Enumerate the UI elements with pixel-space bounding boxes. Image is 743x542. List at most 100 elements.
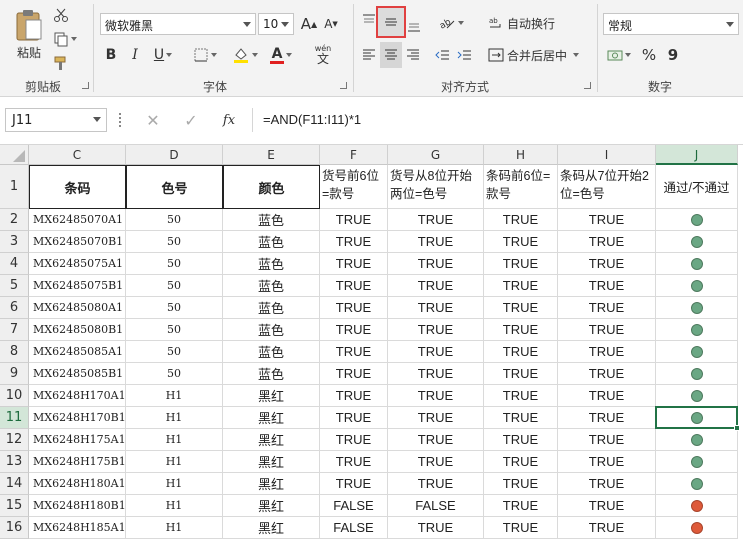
column-header-c[interactable]: C [29, 145, 126, 165]
cell-e8[interactable]: 蓝色 [223, 341, 320, 363]
row-header-11[interactable]: 11 [0, 407, 29, 429]
format-painter-button[interactable] [52, 54, 70, 72]
cell-g13[interactable]: TRUE [388, 451, 484, 473]
cell-h9[interactable]: TRUE [484, 363, 558, 385]
cell-d8[interactable]: 50 [126, 341, 223, 363]
cell-j14[interactable] [656, 473, 738, 495]
name-box[interactable]: J11 [5, 108, 107, 132]
cell-e13[interactable]: 黑红 [223, 451, 320, 473]
cell-f5[interactable]: TRUE [320, 275, 388, 297]
cell-g3[interactable]: TRUE [388, 231, 484, 253]
row-header-3[interactable]: 3 [0, 231, 29, 253]
row-header-1[interactable]: 1 [0, 165, 29, 209]
cell-h8[interactable]: TRUE [484, 341, 558, 363]
cell-f15[interactable]: FALSE [320, 495, 388, 517]
cell-e16[interactable]: 黑红 [223, 517, 320, 539]
align-center-button[interactable] [380, 42, 402, 68]
comma-style-button[interactable]: 9 [664, 44, 682, 66]
align-right-button[interactable] [404, 44, 422, 66]
cell-i10[interactable]: TRUE [558, 385, 656, 407]
row-header-2[interactable]: 2 [0, 209, 29, 231]
cell-j11[interactable] [656, 407, 738, 429]
fill-color-button[interactable] [230, 44, 260, 66]
shrink-font-button[interactable]: A ▼ [322, 13, 340, 35]
align-left-button[interactable] [360, 44, 378, 66]
cell-d2[interactable]: 50 [126, 209, 223, 231]
cell-j6[interactable] [656, 297, 738, 319]
cell-c4[interactable]: MX62485075A1 [29, 253, 126, 275]
cell-e11[interactable]: 黑红 [223, 407, 320, 429]
cell-g7[interactable]: TRUE [388, 319, 484, 341]
cell-d10[interactable]: H1 [126, 385, 223, 407]
cell-i14[interactable]: TRUE [558, 473, 656, 495]
header-cell-j[interactable]: 通过/不通过 [656, 165, 738, 209]
borders-button[interactable] [190, 44, 220, 66]
align-bottom-button[interactable] [405, 14, 423, 36]
cell-d11[interactable]: H1 [126, 407, 223, 429]
cell-f4[interactable]: TRUE [320, 253, 388, 275]
cell-f7[interactable]: TRUE [320, 319, 388, 341]
cell-c5[interactable]: MX62485075B1 [29, 275, 126, 297]
cell-f14[interactable]: TRUE [320, 473, 388, 495]
cell-d15[interactable]: H1 [126, 495, 223, 517]
column-header-f[interactable]: F [320, 145, 388, 165]
cell-i8[interactable]: TRUE [558, 341, 656, 363]
fill-handle[interactable] [734, 425, 740, 431]
increase-indent-button[interactable] [456, 44, 474, 66]
cell-e4[interactable]: 蓝色 [223, 253, 320, 275]
cell-c16[interactable]: MX6248H185A1 [29, 517, 126, 539]
cell-d5[interactable]: 50 [126, 275, 223, 297]
cell-c8[interactable]: MX62485085A1 [29, 341, 126, 363]
cell-j4[interactable] [656, 253, 738, 275]
cell-j8[interactable] [656, 341, 738, 363]
font-name-dropdown[interactable]: 微软雅黑 [100, 13, 256, 35]
cell-i9[interactable]: TRUE [558, 363, 656, 385]
cell-c10[interactable]: MX6248H170A1 [29, 385, 126, 407]
cell-i11[interactable]: TRUE [558, 407, 656, 429]
row-header-13[interactable]: 13 [0, 451, 29, 473]
cell-j7[interactable] [656, 319, 738, 341]
cell-f8[interactable]: TRUE [320, 341, 388, 363]
cell-j10[interactable] [656, 385, 738, 407]
row-header-7[interactable]: 7 [0, 319, 29, 341]
orientation-button[interactable]: ab [436, 12, 466, 34]
phonetic-guide-button[interactable]: wén 文 [308, 42, 338, 68]
cell-e6[interactable]: 蓝色 [223, 297, 320, 319]
cell-h16[interactable]: TRUE [484, 517, 558, 539]
cell-g10[interactable]: TRUE [388, 385, 484, 407]
cell-c9[interactable]: MX62485085B1 [29, 363, 126, 385]
header-cell-c[interactable]: 条码 [29, 165, 126, 209]
cell-e9[interactable]: 蓝色 [223, 363, 320, 385]
cell-i13[interactable]: TRUE [558, 451, 656, 473]
cell-e5[interactable]: 蓝色 [223, 275, 320, 297]
font-color-button[interactable]: A [266, 44, 296, 66]
cell-g11[interactable]: TRUE [388, 407, 484, 429]
cell-f10[interactable]: TRUE [320, 385, 388, 407]
column-header-g[interactable]: G [388, 145, 484, 165]
italic-button[interactable]: I [126, 44, 144, 66]
accounting-format-button[interactable] [605, 44, 633, 66]
paste-button[interactable]: 粘贴 [10, 6, 48, 62]
column-header-i[interactable]: I [558, 145, 656, 165]
cell-h11[interactable]: TRUE [484, 407, 558, 429]
cell-c13[interactable]: MX6248H175B1 [29, 451, 126, 473]
header-cell-g[interactable]: 货号从8位开始两位=色号 [388, 165, 484, 209]
cell-d3[interactable]: 50 [126, 231, 223, 253]
cell-e7[interactable]: 蓝色 [223, 319, 320, 341]
row-header-4[interactable]: 4 [0, 253, 29, 275]
wrap-text-button[interactable]: ab 自动换行 [488, 12, 558, 34]
row-header-14[interactable]: 14 [0, 473, 29, 495]
grow-font-button[interactable]: A ▲ [300, 13, 318, 35]
row-header-9[interactable]: 9 [0, 363, 29, 385]
align-middle-button[interactable] [376, 6, 406, 38]
font-dialog-launcher[interactable] [340, 82, 347, 89]
cell-d9[interactable]: 50 [126, 363, 223, 385]
cell-c15[interactable]: MX6248H180B1 [29, 495, 126, 517]
cell-i5[interactable]: TRUE [558, 275, 656, 297]
cell-c11[interactable]: MX6248H170B1 [29, 407, 126, 429]
header-cell-e[interactable]: 颜色 [223, 165, 320, 209]
cell-g6[interactable]: TRUE [388, 297, 484, 319]
column-header-d[interactable]: D [126, 145, 223, 165]
row-header-15[interactable]: 15 [0, 495, 29, 517]
name-box-dropdown-icon[interactable] [93, 117, 101, 122]
